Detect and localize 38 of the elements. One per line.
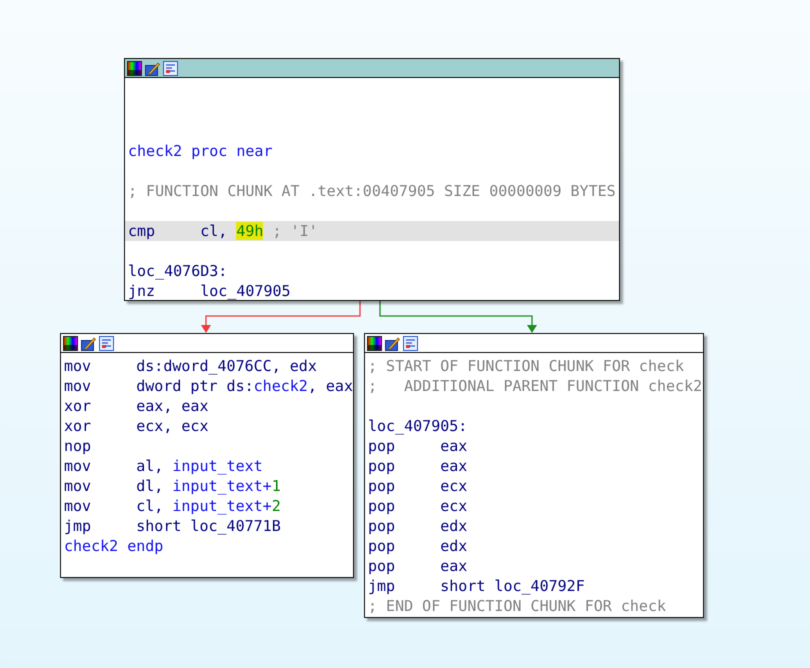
code-line: mov cl, input_text+2: [64, 496, 282, 516]
code-line: mov ds:dword_4076CC, edx: [64, 356, 318, 376]
code-line: pop ecx: [368, 476, 468, 496]
code-line: mov dword ptr ds:check2, eax: [64, 376, 353, 396]
code-line: ; FUNCTION CHUNK AT .text:00407905 SIZE 00000009 BYTES: [128, 181, 617, 201]
graph-icon[interactable]: [163, 60, 178, 76]
color-palette-icon[interactable]: [63, 336, 78, 350]
code-block[interactable]: ; START OF FUNCTION CHUNK FOR check ; ADDITIONAL PARENT FUNCTION check2 loc_407905: pop eax pop eax pop ecx pop ecx pop edx pop edx pop eax jmp short loc_40792F ; END OF FUNCTION CHUNK FOR check: [364, 333, 704, 618]
code-block[interactable]: mov ds:dword_4076CC, edx mov dword ptr ds:check2, eax xor eax, eax xor ecx, ecx nop mov al, input_text mov dl, input_text+1 mov cl, input_text+2 jmp short loc_40771B check2 endp: [60, 333, 354, 578]
color-palette-icon[interactable]: [367, 336, 382, 350]
code-line: xor ecx, ecx: [64, 416, 210, 436]
code-line: ; ADDITIONAL PARENT FUNCTION check2: [368, 376, 703, 396]
code-line: loc_4076D3:: [128, 261, 228, 281]
pencil-icon[interactable]: [81, 336, 96, 350]
code-line: jnz loc_407905: [128, 281, 292, 301]
code-line: mov al, input_text: [64, 456, 264, 476]
code-line: check2 endp: [64, 536, 164, 556]
code-line: xor eax, eax: [64, 396, 210, 416]
code-line: loc_407905:: [368, 416, 468, 436]
code-line: pop eax: [368, 456, 468, 476]
code-line: jmp short loc_40792F: [368, 576, 586, 596]
code-line: pop ecx: [368, 496, 468, 516]
color-palette-icon[interactable]: [127, 60, 142, 76]
code-line: mov dl, input_text+1: [64, 476, 282, 496]
code-line: pop eax: [368, 436, 468, 456]
code-block[interactable]: check2 proc near ; FUNCTION CHUNK AT .text:00407905 SIZE 00000009 BYTES cmp cl, 49h ; 'I' loc_4076D3: jnz loc_407905: [124, 58, 620, 301]
pencil-icon[interactable]: [145, 60, 160, 76]
graph-icon[interactable]: [99, 336, 114, 350]
code-line: check2 proc near: [128, 141, 274, 161]
code-line: nop: [64, 436, 92, 456]
code-line: pop eax: [368, 556, 468, 576]
pencil-icon[interactable]: [385, 336, 400, 350]
graph-icon[interactable]: [403, 336, 418, 350]
code-line: pop edx: [368, 536, 468, 556]
code-line: ; END OF FUNCTION CHUNK FOR check: [368, 596, 668, 616]
code-line: jmp short loc_40771B: [64, 516, 282, 536]
code-line: pop edx: [368, 516, 468, 536]
code-line: ; START OF FUNCTION CHUNK FOR check: [368, 356, 686, 376]
